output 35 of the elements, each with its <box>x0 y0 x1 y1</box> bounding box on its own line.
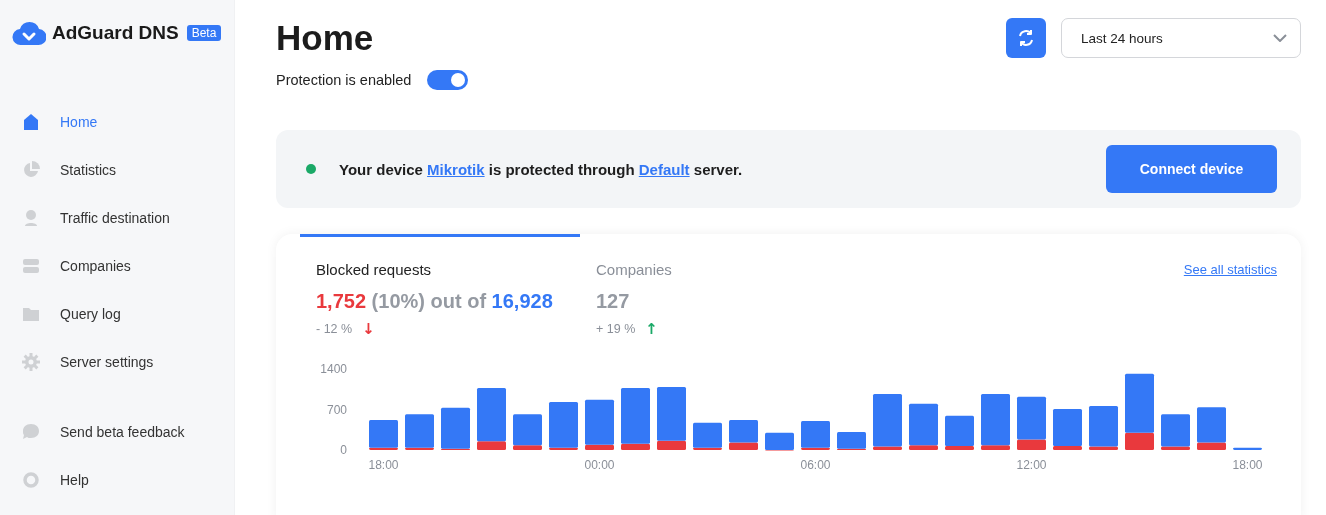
nav-item[interactable]: Query log <box>22 290 234 338</box>
page-title: Home <box>276 18 375 58</box>
device-status-text: Your device Mikrotik is protected through Default server. <box>339 160 744 178</box>
stat-tab[interactable]: Blocked requests 1,752 (10%) out of 16,928 - 12 % ↓ <box>300 234 580 337</box>
change-percent: + 19 % <box>596 322 636 337</box>
tab-label: Blocked requests <box>316 261 433 278</box>
stat-value: 127 <box>596 289 631 314</box>
nav-item[interactable]: Traffic destination <box>22 194 234 242</box>
nav-item[interactable]: Server settings <box>22 338 234 386</box>
link[interactable]: Mikrotik <box>427 160 485 178</box>
nav-item[interactable]: Send beta feedback <box>22 408 234 456</box>
tab-label: Companies <box>596 261 673 278</box>
nav-item[interactable]: Statistics <box>22 146 234 194</box>
y-axis-label: 0 <box>340 443 347 457</box>
beta-badge: Beta <box>186 25 222 41</box>
see-all-statistics-link[interactable]: See all statistics <box>1183 262 1277 277</box>
trend-arrow: ↓ <box>362 322 375 337</box>
nav-item[interactable]: Companies <box>22 242 234 290</box>
y-axis-label: 700 <box>326 402 347 417</box>
x-axis-label: 00:00 <box>584 458 615 472</box>
nav-item[interactable]: Help <box>22 456 234 504</box>
protection-label: Protection is enabled <box>276 72 412 88</box>
y-axis-label: 1400 <box>320 362 347 376</box>
x-axis-label: 18:00 <box>1232 458 1263 472</box>
link[interactable]: Default <box>638 160 690 178</box>
x-axis-label: 06:00 <box>800 458 831 472</box>
app-name: AdGuard DNS <box>52 22 179 44</box>
x-axis-label: 18:00 <box>368 458 399 472</box>
change-percent: - 12 % <box>316 322 353 337</box>
x-axis-label: 12:00 <box>1016 458 1047 472</box>
period-dropdown[interactable]: Last 24 hours <box>1061 18 1301 58</box>
trend-arrow: ↑ <box>645 322 658 337</box>
connect-device-button[interactable]: Connect device <box>1106 145 1277 193</box>
nav-item[interactable]: Home <box>22 98 234 146</box>
stat-value: 1,752 (10%) out of 16,928 <box>316 289 554 314</box>
